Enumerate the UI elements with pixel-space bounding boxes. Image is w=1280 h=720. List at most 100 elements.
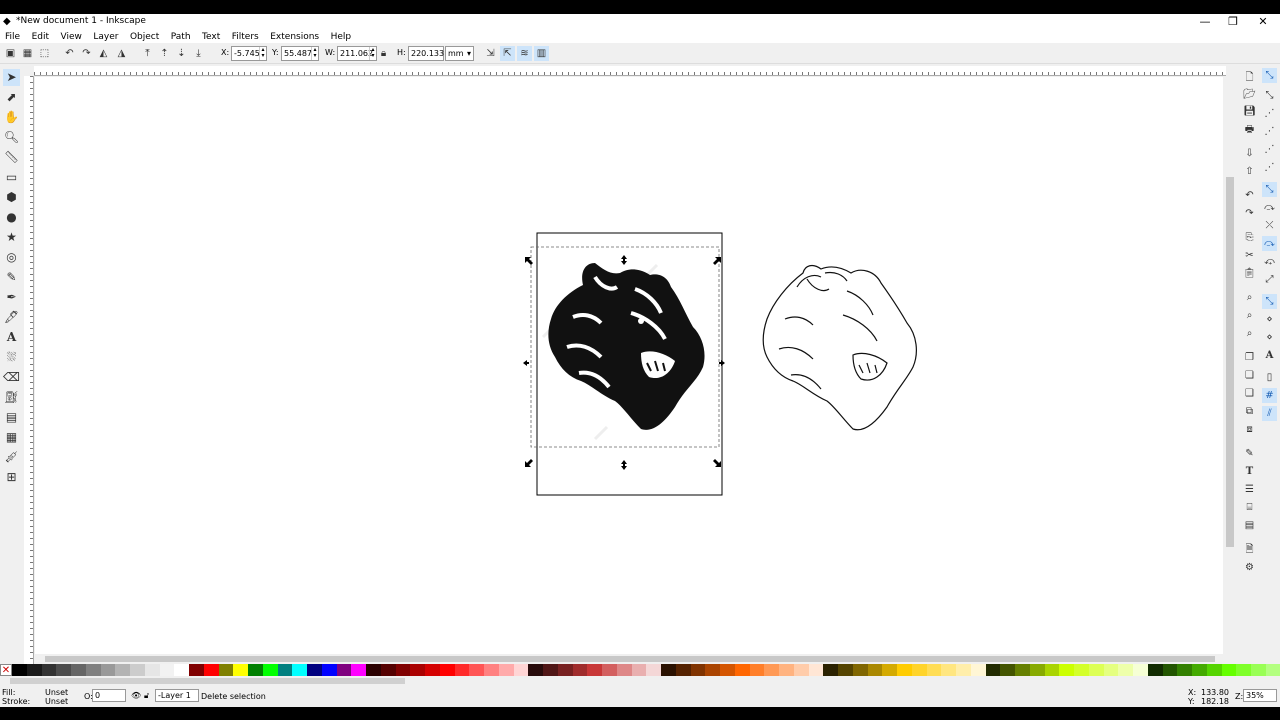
ellipse-tool-icon[interactable]: ● — [3, 209, 20, 226]
color-swatch[interactable] — [779, 664, 794, 676]
color-swatch[interactable] — [1251, 664, 1266, 676]
color-swatch[interactable] — [498, 664, 514, 676]
color-swatch[interactable] — [602, 664, 617, 676]
color-swatch[interactable] — [1133, 664, 1148, 676]
color-swatch[interactable] — [867, 664, 883, 676]
menu-path[interactable]: Path — [168, 30, 194, 44]
layer-visibility-icon[interactable]: 👁︎ — [131, 691, 141, 700]
color-swatch[interactable] — [56, 664, 71, 676]
h-field[interactable]: 220.133 — [408, 46, 444, 61]
color-swatch[interactable] — [557, 664, 573, 676]
gradient-tool-icon[interactable]: ▤ — [3, 409, 20, 426]
zoom-drawing-icon[interactable]: ⌕ — [1242, 308, 1257, 323]
unlink-clone-icon[interactable]: ❑ — [1242, 386, 1257, 401]
vertical-scrollbar[interactable] — [1223, 77, 1237, 659]
color-swatch[interactable] — [189, 664, 204, 676]
dropper-tool-icon[interactable]: 💉︎ — [3, 449, 20, 466]
flip-vertical-icon[interactable]: ◮ — [114, 46, 129, 61]
color-swatch[interactable] — [1265, 664, 1280, 676]
vertical-scroll-thumb[interactable] — [1226, 177, 1234, 547]
color-swatch[interactable] — [484, 664, 499, 676]
snap-page-border-icon[interactable]: ▯ — [1262, 370, 1277, 385]
color-swatch[interactable] — [720, 664, 735, 676]
color-swatch[interactable] — [233, 664, 248, 676]
color-swatch[interactable] — [1206, 664, 1222, 676]
zoom-selection-icon[interactable]: ⌕ — [1242, 290, 1257, 305]
color-swatch[interactable] — [734, 664, 750, 676]
layer-select[interactable]: -Layer 1 — [155, 689, 199, 702]
color-swatch[interactable] — [675, 664, 691, 676]
ungroup-icon[interactable]: ⧈ — [1242, 422, 1257, 437]
menu-extensions[interactable]: Extensions — [267, 30, 322, 44]
fill-indicator[interactable]: Unset — [45, 688, 68, 697]
w-spinner[interactable]: ▴ ▾ — [369, 47, 376, 60]
color-swatch[interactable] — [380, 664, 396, 676]
layer-lock-icon[interactable]: 🔓︎ — [144, 691, 149, 701]
color-swatch[interactable] — [71, 664, 86, 676]
color-swatch[interactable] — [321, 664, 337, 676]
color-swatch[interactable] — [631, 664, 647, 676]
color-swatch[interactable] — [1044, 664, 1060, 676]
node-tool-icon[interactable]: ⬈ — [3, 89, 20, 106]
opacity-field[interactable]: 0 — [92, 689, 126, 702]
color-swatch[interactable] — [12, 664, 27, 676]
snap-centers-icon[interactable]: ⋄ — [1262, 312, 1277, 327]
undo-icon[interactable]: ↶ — [1242, 188, 1257, 203]
select-all-layers-icon[interactable]: ▦ — [20, 46, 35, 61]
lower-icon[interactable]: ⇣ — [174, 46, 189, 61]
palette-scrollbar[interactable] — [0, 677, 1240, 685]
eraser-tool-icon[interactable]: ⌫ — [3, 369, 20, 386]
snap-paths-icon[interactable]: ⤼ — [1262, 200, 1277, 215]
lower-to-bottom-icon[interactable]: ⤓ — [191, 46, 206, 61]
color-swatch[interactable] — [439, 664, 455, 676]
redo-icon[interactable]: ↷ — [1242, 206, 1257, 221]
color-swatch[interactable] — [808, 664, 824, 676]
snap-bbox-edges-icon[interactable]: ⋰ — [1262, 106, 1277, 121]
scale-stroke-icon[interactable]: ⇲ — [483, 46, 498, 61]
color-swatch[interactable] — [616, 664, 632, 676]
color-swatch[interactable] — [425, 664, 440, 676]
menu-edit[interactable]: Edit — [29, 30, 52, 44]
color-swatch[interactable] — [1147, 664, 1163, 676]
color-swatch[interactable] — [1088, 664, 1104, 676]
menu-layer[interactable]: Layer — [90, 30, 121, 44]
flip-horizontal-icon[interactable]: ◭ — [96, 46, 111, 61]
star-tool-icon[interactable]: ★ — [3, 229, 20, 246]
color-swatch[interactable] — [1074, 664, 1089, 676]
color-swatch[interactable] — [307, 664, 322, 676]
calligraphy-tool-icon[interactable]: 🖋︎ — [3, 309, 20, 326]
scale-corners-icon[interactable]: ⇱ — [500, 46, 515, 61]
color-swatch[interactable] — [292, 664, 307, 676]
document-properties-icon[interactable]: 🗎︎ — [1242, 542, 1257, 557]
move-patterns-icon[interactable]: ▥ — [534, 46, 549, 61]
color-swatch[interactable] — [1029, 664, 1045, 676]
snap-text-baseline-icon[interactable]: A — [1262, 348, 1277, 363]
color-swatch[interactable] — [336, 664, 352, 676]
color-swatch[interactable] — [513, 664, 529, 676]
horizontal-scroll-thumb[interactable] — [45, 656, 1215, 662]
menu-view[interactable]: View — [58, 30, 85, 44]
copy-icon[interactable]: ⎘ — [1242, 230, 1257, 245]
color-swatch[interactable] — [956, 664, 971, 676]
tweak-tool-icon[interactable]: ✋ — [3, 109, 20, 126]
y-spinner[interactable]: ▴ ▾ — [311, 47, 318, 60]
export-icon[interactable]: ⇧ — [1242, 164, 1257, 179]
snap-nodes-icon[interactable]: ⤡ — [1262, 182, 1277, 197]
snap-enable-icon[interactable]: ⤡ — [1262, 68, 1277, 83]
close-button[interactable]: ✕ — [1248, 14, 1278, 29]
mesh-tool-icon[interactable]: ▦ — [3, 429, 20, 446]
menu-text[interactable]: Text — [199, 30, 223, 44]
color-swatch[interactable] — [926, 664, 942, 676]
duplicate-icon[interactable]: ❐ — [1242, 350, 1257, 365]
restore-button[interactable]: ❐ — [1218, 14, 1248, 29]
color-swatch[interactable] — [159, 664, 175, 676]
color-swatch[interactable] — [543, 664, 558, 676]
color-swatch[interactable] — [852, 664, 868, 676]
color-swatch[interactable] — [144, 664, 160, 676]
color-swatch[interactable] — [646, 664, 661, 676]
pen-tool-icon[interactable]: ✒ — [3, 289, 20, 306]
menu-file[interactable]: File — [2, 30, 23, 44]
color-swatch[interactable] — [970, 664, 986, 676]
color-swatch[interactable] — [1177, 664, 1192, 676]
color-swatch[interactable] — [749, 664, 765, 676]
